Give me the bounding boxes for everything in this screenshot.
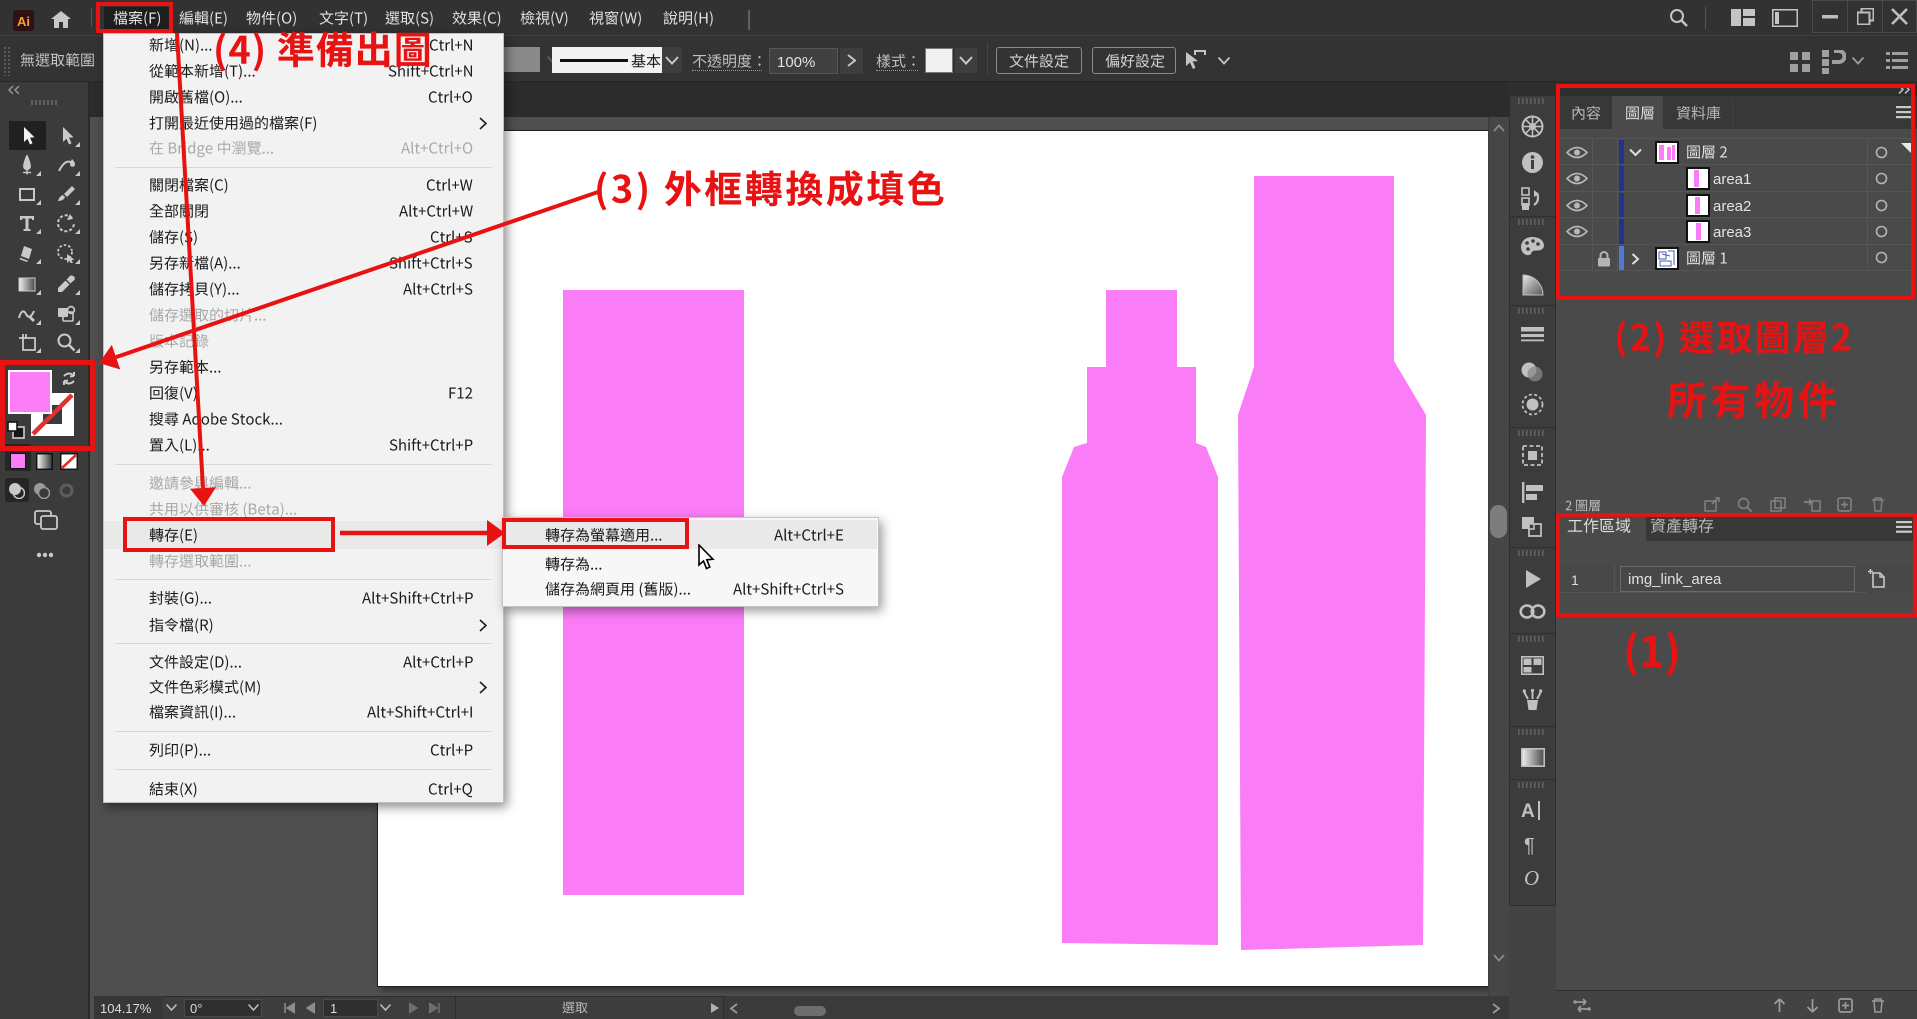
svg-text:O: O (1524, 867, 1539, 889)
svg-text:¶: ¶ (1524, 835, 1535, 855)
svg-text:A: A (1521, 801, 1535, 821)
